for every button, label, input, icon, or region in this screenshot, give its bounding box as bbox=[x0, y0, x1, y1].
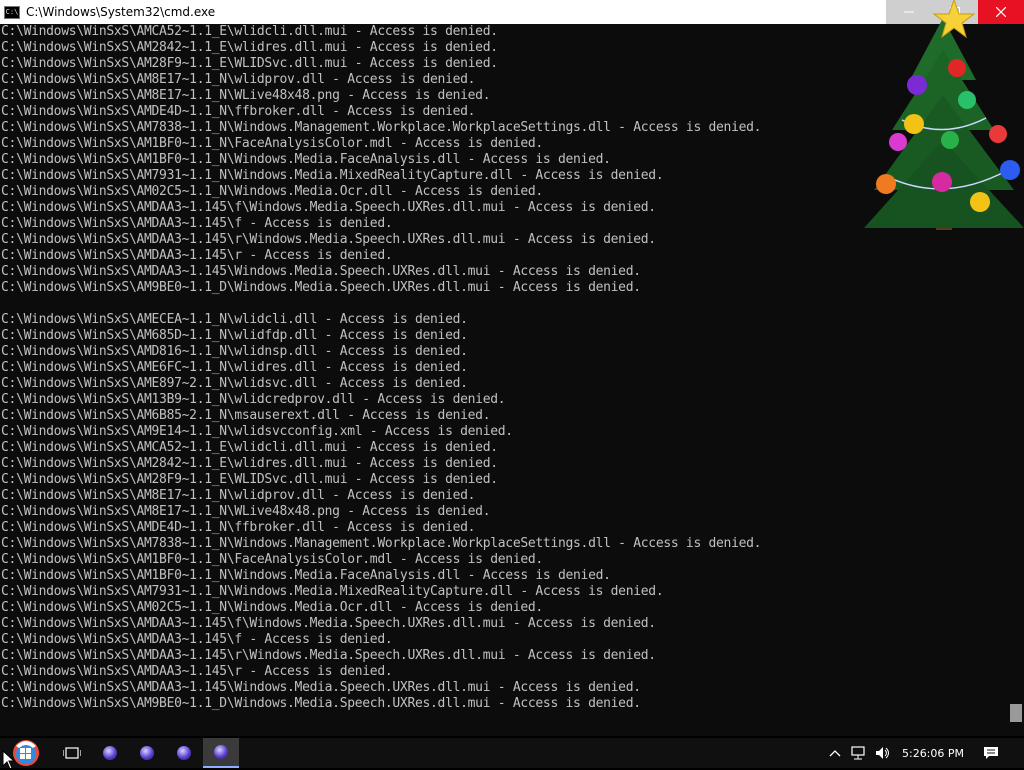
console-output[interactable]: C:\Windows\WinSxS\AMCA52~1.1_E\wlidcli.d… bbox=[0, 24, 1008, 736]
taskbar-app-button[interactable] bbox=[92, 738, 128, 768]
show-hidden-icons-button[interactable] bbox=[826, 738, 844, 768]
console-line: C:\Windows\WinSxS\AMDAA3~1.145\f\Windows… bbox=[1, 616, 656, 631]
console-line: C:\Windows\WinSxS\AM02C5~1.1_N\Windows.M… bbox=[1, 184, 543, 199]
console-line: C:\Windows\WinSxS\AMDAA3~1.145\r - Acces… bbox=[1, 248, 393, 263]
taskbar-app-button[interactable] bbox=[129, 738, 165, 768]
console-line: C:\Windows\WinSxS\AM28F9~1.1_E\WLIDSvc.d… bbox=[1, 56, 498, 71]
console-line: C:\Windows\WinSxS\AM685D~1.1_N\wlidfdp.d… bbox=[1, 328, 468, 343]
console-line: C:\Windows\WinSxS\AMDAA3~1.145\Windows.M… bbox=[1, 680, 641, 695]
console-line: C:\Windows\WinSxS\AM8E17~1.1_N\wlidprov.… bbox=[1, 72, 476, 87]
console-line: C:\Windows\WinSxS\AM02C5~1.1_N\Windows.M… bbox=[1, 600, 543, 615]
console-line: C:\Windows\WinSxS\AMD816~1.1_N\wlidnsp.d… bbox=[1, 344, 468, 359]
scrollbar-thumb[interactable] bbox=[1010, 704, 1022, 722]
console-line: C:\Windows\WinSxS\AM7931~1.1_N\Windows.M… bbox=[1, 584, 664, 599]
app-orb-icon bbox=[103, 746, 117, 760]
console-line: C:\Windows\WinSxS\AM8E17~1.1_N\wlidprov.… bbox=[1, 488, 476, 503]
console-line: C:\Windows\WinSxS\AMCA52~1.1_E\wlidcli.d… bbox=[1, 440, 498, 455]
taskbar-app-button[interactable] bbox=[203, 738, 239, 768]
console-line: C:\Windows\WinSxS\AMDAA3~1.145\f - Acces… bbox=[1, 632, 393, 647]
console-line: C:\Windows\WinSxS\AM13B9~1.1_N\wlidcredp… bbox=[1, 392, 506, 407]
taskbar-app-button[interactable] bbox=[166, 738, 202, 768]
console-line: C:\Windows\WinSxS\AM1BF0~1.1_N\FaceAnaly… bbox=[1, 552, 543, 567]
console-line: C:\Windows\WinSxS\AMDE4D~1.1_N\ffbroker.… bbox=[1, 104, 476, 119]
console-line: C:\Windows\WinSxS\AM1BF0~1.1_N\Windows.M… bbox=[1, 152, 611, 167]
console-line: C:\Windows\WinSxS\AMDAA3~1.145\f - Acces… bbox=[1, 216, 393, 231]
console-line: C:\Windows\WinSxS\AM9BE0~1.1_D\Windows.M… bbox=[1, 696, 641, 711]
volume-icon bbox=[876, 747, 889, 759]
console-line: C:\Windows\WinSxS\AM2842~1.1_E\wlidres.d… bbox=[1, 40, 498, 55]
action-center-icon bbox=[984, 747, 998, 759]
console-line: C:\Windows\WinSxS\AM28F9~1.1_E\WLIDSvc.d… bbox=[1, 472, 498, 487]
console-app-icon[interactable]: C:\ bbox=[4, 5, 20, 19]
taskbar-clock[interactable]: 5:26:06 PM bbox=[900, 738, 966, 768]
console-line: C:\Windows\WinSxS\AME897~2.1_N\wlidsvc.d… bbox=[1, 376, 468, 391]
chevron-up-icon bbox=[829, 750, 841, 757]
console-line: C:\Windows\WinSxS\AMCA52~1.1_E\wlidcli.d… bbox=[1, 24, 498, 39]
console-line: C:\Windows\WinSxS\AM7931~1.1_N\Windows.M… bbox=[1, 168, 664, 183]
console-line: C:\Windows\WinSxS\AME6FC~1.1_N\wlidres.d… bbox=[1, 360, 468, 375]
console-line: C:\Windows\WinSxS\AMDAA3~1.145\r - Acces… bbox=[1, 664, 393, 679]
console-line: C:\Windows\WinSxS\AM9E14~1.1_N\wlidsvcco… bbox=[1, 424, 513, 439]
console-line: C:\Windows\WinSxS\AMDAA3~1.145\r\Windows… bbox=[1, 232, 656, 247]
network-icon bbox=[851, 746, 865, 760]
console-line: C:\Windows\WinSxS\AM9BE0~1.1_D\Windows.M… bbox=[1, 280, 641, 295]
console-line: C:\Windows\WinSxS\AMDAA3~1.145\Windows.M… bbox=[1, 264, 641, 279]
console-line: C:\Windows\WinSxS\AM1BF0~1.1_N\Windows.M… bbox=[1, 568, 611, 583]
console-line: C:\Windows\WinSxS\AM1BF0~1.1_N\FaceAnaly… bbox=[1, 136, 543, 151]
window-title: C:\Windows\System32\cmd.exe bbox=[26, 5, 216, 19]
console-line: C:\Windows\WinSxS\AM2842~1.1_E\wlidres.d… bbox=[1, 456, 498, 471]
app-orb-icon bbox=[214, 745, 228, 759]
christmas-tree-icon bbox=[864, 0, 1024, 230]
console-line: C:\Windows\WinSxS\AMECEA~1.1_N\wlidcli.d… bbox=[1, 312, 468, 327]
console-line: C:\Windows\WinSxS\AM7838~1.1_N\Windows.M… bbox=[1, 120, 762, 135]
console-line: C:\Windows\WinSxS\AMDE4D~1.1_N\ffbroker.… bbox=[1, 520, 476, 535]
taskbar: 5:26:06 PM bbox=[0, 738, 1024, 768]
app-orb-icon bbox=[140, 746, 154, 760]
volume-button[interactable] bbox=[872, 738, 894, 768]
console-line: C:\Windows\WinSxS\AMDAA3~1.145\r\Windows… bbox=[1, 648, 656, 663]
mouse-cursor-icon bbox=[2, 750, 16, 770]
console-line: C:\Windows\WinSxS\AM6B85~2.1_N\msauserex… bbox=[1, 408, 491, 423]
console-line: C:\Windows\WinSxS\AM8E17~1.1_N\WLive48x4… bbox=[1, 504, 491, 519]
console-line: C:\Windows\WinSxS\AM8E17~1.1_N\WLive48x4… bbox=[1, 88, 491, 103]
console-line: C:\Windows\WinSxS\AM7838~1.1_N\Windows.M… bbox=[1, 536, 762, 551]
task-view-icon bbox=[63, 747, 81, 759]
app-orb-icon bbox=[177, 746, 191, 760]
task-view-button[interactable] bbox=[56, 738, 88, 768]
console-line: C:\Windows\WinSxS\AMDAA3~1.145\f\Windows… bbox=[1, 200, 656, 215]
action-center-button[interactable] bbox=[978, 738, 1004, 768]
network-button[interactable] bbox=[848, 738, 870, 768]
